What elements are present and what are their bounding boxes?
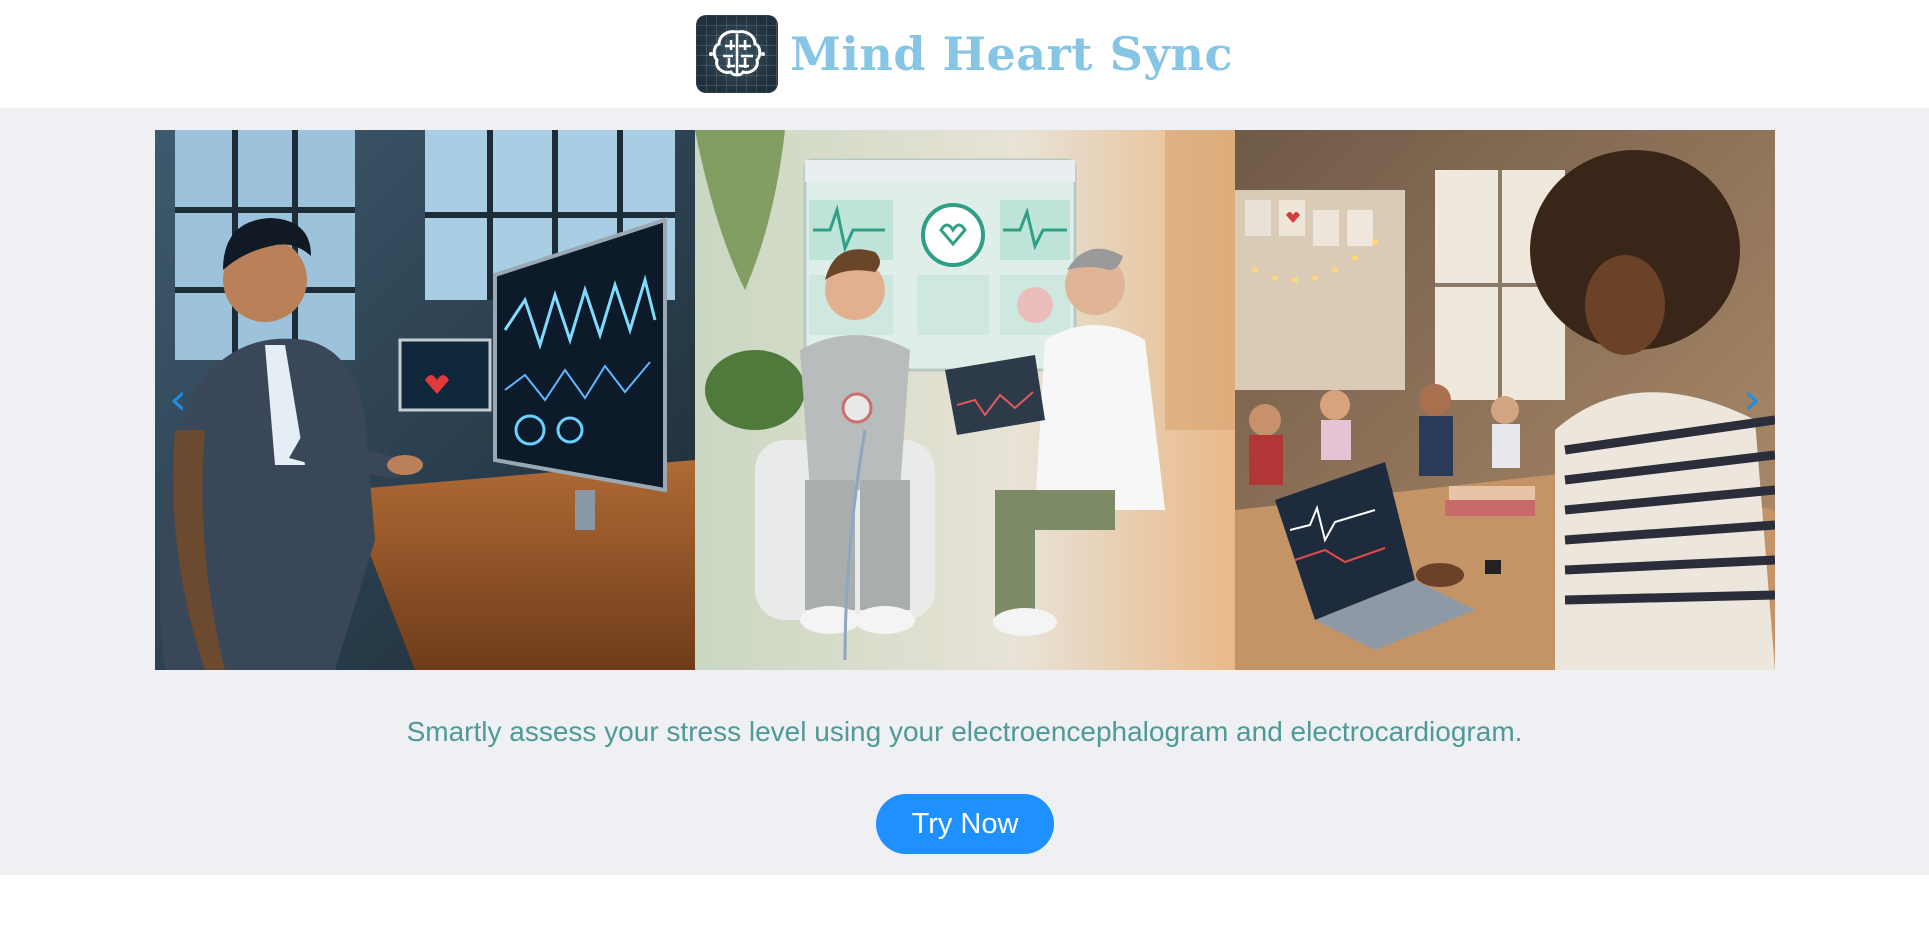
chevron-left-icon[interactable]: ‹ — [161, 378, 195, 422]
image-carousel[interactable]: ‹ › — [155, 130, 1775, 670]
brand[interactable]: Mind Heart Sync — [696, 15, 1233, 93]
doctor-patient-slide — [695, 130, 1235, 670]
tagline: Smartly assess your stress level using y… — [406, 716, 1523, 747]
classroom-laptop-slide — [1235, 130, 1775, 670]
hero-section: ‹ › Smartly assess your stress level usi… — [0, 108, 1929, 875]
brain-grid-icon — [696, 15, 779, 93]
chevron-right-icon[interactable]: › — [1735, 378, 1769, 422]
analyst-workstation-slide — [155, 130, 695, 670]
app-title: Mind Heart Sync — [790, 27, 1233, 81]
site-header: Mind Heart Sync — [0, 0, 1929, 108]
try-now-button[interactable]: Try Now — [876, 794, 1054, 854]
